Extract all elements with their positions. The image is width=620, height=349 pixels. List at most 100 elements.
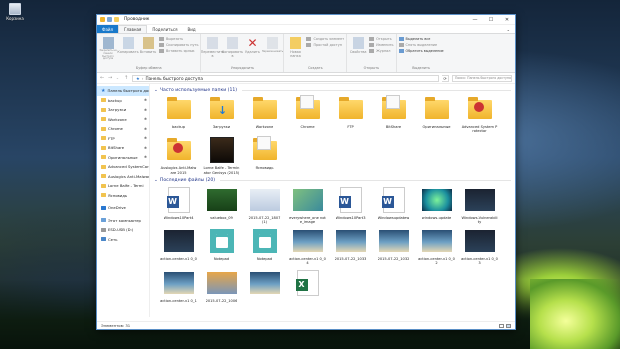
folder-icon[interactable]: [100, 17, 105, 22]
recent-chevron-icon[interactable]: ⌄: [116, 76, 121, 80]
nav-item[interactable]: Lorne Balfe - Termi: [97, 181, 149, 191]
nav-item[interactable]: Сеть: [97, 235, 149, 245]
frequent-folder-item[interactable]: Ясновидь: [246, 135, 283, 174]
invert-selection-button[interactable]: Обратить выделение: [398, 49, 444, 53]
recent-file-item[interactable]: W Windows10Part3: [332, 185, 369, 224]
close-button[interactable]: ✕: [499, 15, 515, 25]
recent-file-item[interactable]: valuebox_09: [203, 185, 240, 224]
back-arrow-icon[interactable]: ←: [100, 75, 105, 81]
history-button[interactable]: Журнал: [369, 49, 393, 53]
frequent-folder-item[interactable]: Auslogics Anti-Malware 2015: [160, 135, 197, 175]
nav-item[interactable]: ESD-USB (D:): [97, 225, 149, 235]
nav-item[interactable]: Этот компьютер: [97, 216, 149, 226]
tab-file[interactable]: Файл: [97, 25, 119, 33]
tab-home[interactable]: Главная: [118, 25, 148, 33]
refresh-icon[interactable]: ⟳: [442, 74, 449, 82]
nav-item[interactable]: Загрузки ✱: [97, 105, 149, 115]
frequent-folder-item[interactable]: Advanced System Protector: [461, 94, 498, 133]
recent-file-item[interactable]: [246, 268, 283, 303]
thumbnail: [421, 185, 452, 215]
thumbnail: [249, 268, 280, 298]
nav-item[interactable]: Оригинальные ✱: [97, 153, 149, 163]
frequent-folders-header[interactable]: ⌄ Часто используемые папки (11): [154, 86, 511, 94]
copy-icon: [122, 37, 134, 49]
ribbon-expand-chevron-icon[interactable]: ⌄: [502, 25, 515, 33]
recent-files-header[interactable]: ⌄ Последние файлы (20): [154, 177, 511, 185]
frequent-folder-item[interactable]: backup: [160, 94, 197, 133]
frequent-folder-item[interactable]: Оригинальные: [418, 94, 455, 133]
recycle-bin-desktop-icon[interactable]: Корзина: [4, 3, 26, 21]
nav-item[interactable]: OneDrive: [97, 203, 149, 213]
recent-file-item[interactable]: 2015-07-22_1032: [375, 226, 412, 265]
recent-file-item[interactable]: W Windowsupdatew: [375, 185, 412, 224]
recent-file-item[interactable]: everywhere_one note_image: [289, 185, 326, 224]
frequent-folder-item[interactable]: FTP: [332, 94, 369, 133]
frequent-folder-item[interactable]: Lorne Balfe - Terminator Genisys (2015): [203, 135, 240, 175]
paste-button[interactable]: Вставить: [139, 35, 157, 54]
minimize-button[interactable]: —: [467, 15, 483, 25]
edit-button[interactable]: Изменить: [369, 43, 394, 47]
pin-button[interactable]: Закрепить на панели быстрого доступа: [99, 35, 117, 61]
cut-button[interactable]: Вырезать: [159, 37, 198, 41]
rename-button[interactable]: Переименовать: [262, 35, 283, 53]
nav-item[interactable]: Workzone ✱: [97, 115, 149, 125]
recent-file-item[interactable]: Notepad: [246, 226, 283, 265]
recent-file-item[interactable]: X: [289, 268, 326, 303]
recent-file-item[interactable]: action-center-v1 0_02: [418, 226, 455, 265]
frequent-folder-item[interactable]: Workzone: [246, 94, 283, 133]
up-arrow-icon[interactable]: ↑: [124, 75, 129, 81]
recent-file-item[interactable]: action-center-v1 0_0: [160, 226, 197, 265]
new-item-button[interactable]: Создать элемент: [306, 37, 344, 41]
nav-item[interactable]: BitShare ✱: [97, 143, 149, 153]
large-icons-view-icon[interactable]: [506, 323, 511, 328]
delete-button[interactable]: ✕ Удалить: [243, 35, 261, 54]
recent-file-item[interactable]: action-center-v1 0_1: [160, 268, 197, 303]
nav-item[interactable]: Auslogics Anti-Malware: [97, 172, 149, 182]
recent-file-item[interactable]: 2015-07-22_1006: [203, 268, 240, 303]
new-folder-button[interactable]: Новая папка: [286, 35, 304, 58]
open-button[interactable]: Открыть: [369, 37, 393, 41]
select-none-button[interactable]: Снять выделение: [398, 43, 444, 47]
forward-arrow-icon[interactable]: →: [108, 75, 113, 81]
frequent-folder-item[interactable]: Chrome: [289, 94, 326, 133]
search-input[interactable]: Поиск: Панель быстрого доступа: [452, 74, 512, 82]
recent-file-item[interactable]: W Windows10Part4: [160, 185, 197, 224]
recent-file-item[interactable]: action-center-v1 0_03: [461, 226, 498, 265]
nav-item[interactable]: Advanced SystemCare: [97, 162, 149, 172]
copy-path-button[interactable]: Скопировать путь: [159, 43, 198, 47]
tab-share[interactable]: Поделиться: [147, 25, 182, 33]
nav-item[interactable]: backup ✱: [97, 96, 149, 106]
chevron-down-icon: ⌄: [154, 178, 158, 184]
new-folder-icon[interactable]: [114, 17, 119, 22]
easy-access-button[interactable]: Простой доступ: [306, 43, 344, 47]
copy-to-button[interactable]: Копировать в: [222, 35, 243, 58]
recent-file-item[interactable]: 2015-07-22_1033: [332, 226, 369, 265]
title-bar[interactable]: Проводник — ☐ ✕: [97, 15, 515, 25]
address-bar[interactable]: ★ › Панель быстрого доступа: [132, 74, 439, 82]
recent-file-item[interactable]: Notepad: [203, 226, 240, 265]
nav-item[interactable]: FTP ✱: [97, 134, 149, 144]
recent-file-item[interactable]: Windows-Vulnerability: [461, 185, 498, 224]
paste-shortcut-button[interactable]: Вставить ярлык: [159, 49, 198, 53]
frequent-folder-item[interactable]: ↓ Загрузки: [203, 94, 240, 133]
nav-item[interactable]: ★Панель быстрого доступа: [97, 86, 149, 96]
image-preview: [335, 230, 366, 253]
frequent-folder-item[interactable]: BitShare: [375, 94, 412, 133]
ribbon-tabs: Файл Главная Поделиться Вид ⌄: [97, 25, 515, 33]
recent-file-item[interactable]: action-center-v1 0_04: [289, 226, 326, 265]
properties-button[interactable]: Свойства: [349, 35, 367, 54]
nav-item[interactable]: Chrome ✱: [97, 124, 149, 134]
recent-file-item[interactable]: windows-update: [418, 185, 455, 224]
properties-icon[interactable]: [107, 17, 112, 22]
move-to-button[interactable]: Переместить в: [201, 35, 224, 58]
item-name: Auslogics Anti-Malware 2015: [160, 166, 197, 175]
maximize-button[interactable]: ☐: [483, 15, 499, 25]
select-all-button[interactable]: Выделить все: [398, 37, 444, 41]
details-view-icon[interactable]: [499, 323, 504, 328]
recent-file-item[interactable]: 2015-07-22_1807 (1): [246, 185, 283, 224]
tab-view[interactable]: Вид: [182, 25, 200, 33]
nav-item[interactable]: Ясновидь: [97, 191, 149, 201]
copy-button[interactable]: Копировать: [117, 35, 139, 54]
folder-icon: [467, 96, 492, 119]
organize-group: Переместить в Копировать в ✕ Удалить Пере…: [201, 34, 285, 72]
